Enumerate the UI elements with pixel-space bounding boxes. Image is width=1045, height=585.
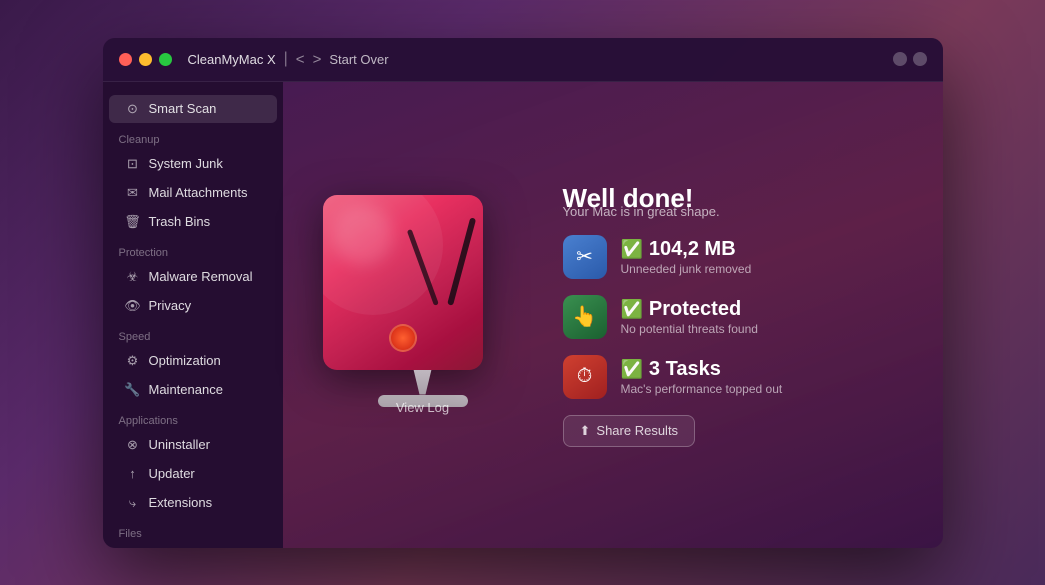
trash-bins-icon: 🗑	[125, 214, 141, 230]
protected-icon: 👆	[572, 304, 597, 329]
titlebar-dot-2[interactable]	[913, 52, 927, 66]
sidebar-maintenance-label: Maintenance	[149, 382, 223, 397]
content-area: View Log Well done! Your Mac is in great…	[283, 82, 943, 548]
sidebar-smart-scan-label: Smart Scan	[149, 101, 217, 116]
scissors-hand-1	[447, 217, 476, 305]
sidebar-item-system-junk[interactable]: ⊡ System Junk	[109, 150, 277, 178]
sidebar-section-protection: Protection	[103, 237, 283, 262]
mac-screen	[323, 195, 483, 370]
sidebar-malware-removal-label: Malware Removal	[149, 269, 253, 284]
sidebar-item-mail-attachments[interactable]: ✉ Mail Attachments	[109, 179, 277, 207]
uninstaller-icon: ⊗	[125, 437, 141, 453]
screen-shine	[333, 205, 393, 265]
sidebar-item-privacy[interactable]: 👁 Privacy	[109, 292, 277, 320]
title-bar-right	[893, 52, 927, 66]
tasks-icon: ⏱	[577, 365, 593, 388]
traffic-lights	[119, 53, 172, 66]
result-item-tasks: ⏱ ✅ 3 Tasks Mac's performance topped out	[563, 355, 903, 399]
sidebar-privacy-label: Privacy	[149, 298, 192, 313]
minimize-button[interactable]	[139, 53, 152, 66]
extensions-icon: ⤷	[125, 495, 141, 511]
sidebar-mail-attachments-label: Mail Attachments	[149, 185, 248, 200]
share-icon: ⬆	[580, 423, 591, 439]
result-item-junk: ✂ ✅ 104,2 MB Unneeded junk removed	[563, 235, 903, 279]
tasks-icon-wrap: ⏱	[563, 355, 607, 399]
sidebar: ⊙ Smart Scan Cleanup ⊡ System Junk ✉ Mai…	[103, 82, 283, 548]
sidebar-section-speed: Speed	[103, 321, 283, 346]
protected-main-text: ✅ Protected	[621, 298, 758, 321]
view-log-button[interactable]: View Log	[396, 400, 449, 415]
optimization-icon: ⚙	[125, 353, 141, 369]
sidebar-updater-label: Updater	[149, 466, 195, 481]
title-bar: CleanMyMac X | < > Start Over	[103, 38, 943, 82]
app-title: CleanMyMac X	[188, 52, 276, 67]
sidebar-optimization-label: Optimization	[149, 353, 221, 368]
share-label: Share Results	[596, 423, 678, 438]
tasks-check-icon: ✅	[621, 359, 643, 380]
mail-attachments-icon: ✉	[125, 185, 141, 201]
junk-icon: ✂	[576, 244, 593, 269]
title-bar-center: CleanMyMac X | < > Start Over	[188, 50, 389, 68]
junk-icon-wrap: ✂	[563, 235, 607, 279]
sidebar-item-extensions[interactable]: ⤷ Extensions	[109, 489, 277, 517]
sidebar-item-space-lens[interactable]: ◎ Space Lens	[109, 544, 277, 548]
share-results-button[interactable]: ⬆ Share Results	[563, 415, 696, 447]
start-over-link[interactable]: Start Over	[329, 52, 388, 67]
sidebar-trash-bins-label: Trash Bins	[149, 214, 211, 229]
protected-text-wrap: ✅ Protected No potential threats found	[621, 298, 758, 336]
nav-forward-button[interactable]: >	[313, 51, 322, 68]
sidebar-item-malware-removal[interactable]: ☣ Malware Removal	[109, 263, 277, 291]
privacy-icon: 👁	[125, 298, 141, 314]
tasks-main-text: ✅ 3 Tasks	[621, 358, 783, 381]
protected-sub-text: No potential threats found	[621, 322, 758, 336]
junk-main-text: ✅ 104,2 MB	[621, 238, 752, 261]
scissors-hand-2	[406, 228, 438, 305]
junk-value: 104,2 MB	[649, 238, 736, 261]
nav-separator: |	[284, 50, 288, 68]
titlebar-dot-1[interactable]	[893, 52, 907, 66]
result-panel: Well done! Your Mac is in great shape. ✂…	[523, 183, 903, 447]
nav-back-button[interactable]: <	[296, 51, 305, 68]
mac-badge	[389, 324, 417, 352]
system-junk-icon: ⊡	[125, 156, 141, 172]
sidebar-section-cleanup: Cleanup	[103, 124, 283, 149]
updater-icon: ↑	[125, 466, 141, 482]
sidebar-item-updater[interactable]: ↑ Updater	[109, 460, 277, 488]
malware-removal-icon: ☣	[125, 269, 141, 285]
sidebar-item-uninstaller[interactable]: ⊗ Uninstaller	[109, 431, 277, 459]
smart-scan-icon: ⊙	[125, 101, 141, 117]
sidebar-section-files: Files	[103, 518, 283, 543]
mac-illustration	[323, 195, 523, 435]
protected-icon-wrap: 👆	[563, 295, 607, 339]
sidebar-item-smart-scan[interactable]: ⊙ Smart Scan	[109, 95, 277, 123]
junk-sub-text: Unneeded junk removed	[621, 262, 752, 276]
tasks-value: 3 Tasks	[649, 358, 721, 381]
tasks-text-wrap: ✅ 3 Tasks Mac's performance topped out	[621, 358, 783, 396]
main-content: ⊙ Smart Scan Cleanup ⊡ System Junk ✉ Mai…	[103, 82, 943, 548]
protected-value: Protected	[649, 298, 741, 321]
sidebar-extensions-label: Extensions	[149, 495, 213, 510]
maximize-button[interactable]	[159, 53, 172, 66]
app-window: CleanMyMac X | < > Start Over ⊙ Smart Sc…	[103, 38, 943, 548]
sidebar-item-maintenance[interactable]: 🔧 Maintenance	[109, 376, 277, 404]
sidebar-section-applications: Applications	[103, 405, 283, 430]
result-item-protected: 👆 ✅ Protected No potential threats found	[563, 295, 903, 339]
protected-check-icon: ✅	[621, 299, 643, 320]
maintenance-icon: 🔧	[125, 382, 141, 398]
close-button[interactable]	[119, 53, 132, 66]
mac-stand-neck	[408, 370, 438, 395]
tasks-sub-text: Mac's performance topped out	[621, 382, 783, 396]
sidebar-item-trash-bins[interactable]: 🗑 Trash Bins	[109, 208, 277, 236]
well-done-subtitle: Your Mac is in great shape.	[563, 204, 903, 219]
sidebar-uninstaller-label: Uninstaller	[149, 437, 210, 452]
sidebar-item-optimization[interactable]: ⚙ Optimization	[109, 347, 277, 375]
junk-text-wrap: ✅ 104,2 MB Unneeded junk removed	[621, 238, 752, 276]
junk-check-icon: ✅	[621, 239, 643, 260]
sidebar-system-junk-label: System Junk	[149, 156, 223, 171]
